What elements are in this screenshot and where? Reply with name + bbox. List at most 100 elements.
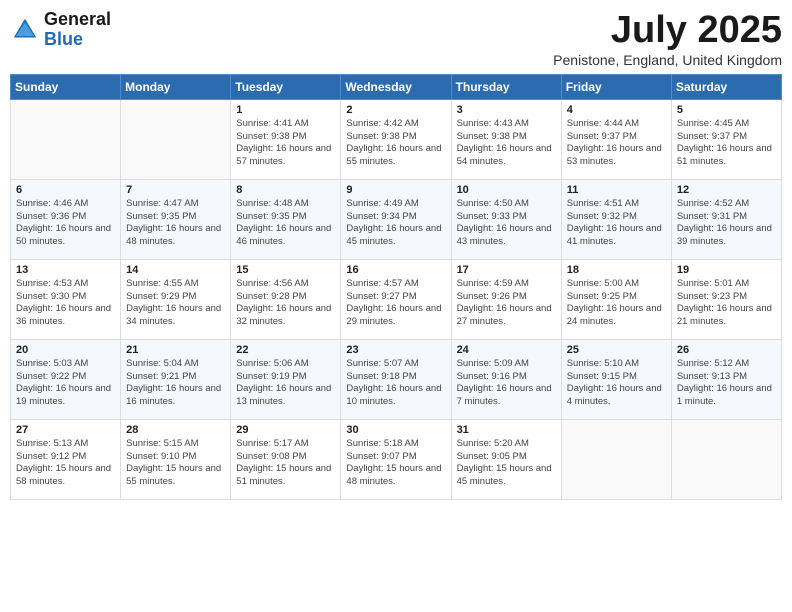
day-info: Sunrise: 4:43 AMSunset: 9:38 PMDaylight:… xyxy=(457,118,556,169)
day-info: Sunrise: 5:03 AMSunset: 9:22 PMDaylight:… xyxy=(16,358,115,409)
weekday-header: Monday xyxy=(121,74,231,99)
calendar-cell xyxy=(121,99,231,179)
day-number: 16 xyxy=(346,264,445,276)
calendar-cell: 28 Sunrise: 5:15 AMSunset: 9:10 PMDaylig… xyxy=(121,419,231,499)
day-info: Sunrise: 4:56 AMSunset: 9:28 PMDaylight:… xyxy=(236,278,335,329)
day-number: 26 xyxy=(677,344,776,356)
day-info: Sunrise: 5:10 AMSunset: 9:15 PMDaylight:… xyxy=(567,358,666,409)
day-number: 15 xyxy=(236,264,335,276)
calendar-cell: 16 Sunrise: 4:57 AMSunset: 9:27 PMDaylig… xyxy=(341,259,451,339)
calendar-cell: 24 Sunrise: 5:09 AMSunset: 9:16 PMDaylig… xyxy=(451,339,561,419)
day-info: Sunrise: 5:12 AMSunset: 9:13 PMDaylight:… xyxy=(677,358,776,409)
location: Penistone, England, United Kingdom xyxy=(553,52,782,68)
day-info: Sunrise: 4:45 AMSunset: 9:37 PMDaylight:… xyxy=(677,118,776,169)
day-info: Sunrise: 4:50 AMSunset: 9:33 PMDaylight:… xyxy=(457,198,556,249)
day-number: 23 xyxy=(346,344,445,356)
day-number: 20 xyxy=(16,344,115,356)
day-number: 7 xyxy=(126,184,225,196)
day-info: Sunrise: 5:13 AMSunset: 9:12 PMDaylight:… xyxy=(16,438,115,489)
calendar-cell: 23 Sunrise: 5:07 AMSunset: 9:18 PMDaylig… xyxy=(341,339,451,419)
calendar-cell: 13 Sunrise: 4:53 AMSunset: 9:30 PMDaylig… xyxy=(11,259,121,339)
day-info: Sunrise: 5:09 AMSunset: 9:16 PMDaylight:… xyxy=(457,358,556,409)
logo-blue: Blue xyxy=(44,30,111,50)
calendar-cell: 2 Sunrise: 4:42 AMSunset: 9:38 PMDayligh… xyxy=(341,99,451,179)
calendar-cell: 14 Sunrise: 4:55 AMSunset: 9:29 PMDaylig… xyxy=(121,259,231,339)
day-info: Sunrise: 4:52 AMSunset: 9:31 PMDaylight:… xyxy=(677,198,776,249)
calendar-cell xyxy=(11,99,121,179)
day-number: 28 xyxy=(126,424,225,436)
calendar-cell: 19 Sunrise: 5:01 AMSunset: 9:23 PMDaylig… xyxy=(671,259,781,339)
day-info: Sunrise: 5:20 AMSunset: 9:05 PMDaylight:… xyxy=(457,438,556,489)
day-info: Sunrise: 4:53 AMSunset: 9:30 PMDaylight:… xyxy=(16,278,115,329)
day-number: 14 xyxy=(126,264,225,276)
day-number: 10 xyxy=(457,184,556,196)
day-info: Sunrise: 5:00 AMSunset: 9:25 PMDaylight:… xyxy=(567,278,666,329)
calendar-cell: 31 Sunrise: 5:20 AMSunset: 9:05 PMDaylig… xyxy=(451,419,561,499)
day-info: Sunrise: 4:51 AMSunset: 9:32 PMDaylight:… xyxy=(567,198,666,249)
day-number: 21 xyxy=(126,344,225,356)
calendar-cell: 27 Sunrise: 5:13 AMSunset: 9:12 PMDaylig… xyxy=(11,419,121,499)
calendar-week-row: 20 Sunrise: 5:03 AMSunset: 9:22 PMDaylig… xyxy=(11,339,782,419)
day-number: 13 xyxy=(16,264,115,276)
day-number: 9 xyxy=(346,184,445,196)
logo-icon xyxy=(10,15,40,45)
calendar-cell: 25 Sunrise: 5:10 AMSunset: 9:15 PMDaylig… xyxy=(561,339,671,419)
calendar-cell: 29 Sunrise: 5:17 AMSunset: 9:08 PMDaylig… xyxy=(231,419,341,499)
day-info: Sunrise: 4:41 AMSunset: 9:38 PMDaylight:… xyxy=(236,118,335,169)
day-number: 25 xyxy=(567,344,666,356)
calendar-cell: 26 Sunrise: 5:12 AMSunset: 9:13 PMDaylig… xyxy=(671,339,781,419)
day-info: Sunrise: 5:01 AMSunset: 9:23 PMDaylight:… xyxy=(677,278,776,329)
calendar-week-row: 1 Sunrise: 4:41 AMSunset: 9:38 PMDayligh… xyxy=(11,99,782,179)
day-info: Sunrise: 5:18 AMSunset: 9:07 PMDaylight:… xyxy=(346,438,445,489)
day-info: Sunrise: 5:15 AMSunset: 9:10 PMDaylight:… xyxy=(126,438,225,489)
day-number: 11 xyxy=(567,184,666,196)
calendar-week-row: 27 Sunrise: 5:13 AMSunset: 9:12 PMDaylig… xyxy=(11,419,782,499)
calendar: SundayMondayTuesdayWednesdayThursdayFrid… xyxy=(10,74,782,500)
calendar-cell: 11 Sunrise: 4:51 AMSunset: 9:32 PMDaylig… xyxy=(561,179,671,259)
month-title: July 2025 xyxy=(553,10,782,52)
day-info: Sunrise: 5:04 AMSunset: 9:21 PMDaylight:… xyxy=(126,358,225,409)
day-number: 29 xyxy=(236,424,335,436)
day-number: 2 xyxy=(346,104,445,116)
weekday-header: Thursday xyxy=(451,74,561,99)
day-info: Sunrise: 5:07 AMSunset: 9:18 PMDaylight:… xyxy=(346,358,445,409)
day-number: 4 xyxy=(567,104,666,116)
calendar-cell: 22 Sunrise: 5:06 AMSunset: 9:19 PMDaylig… xyxy=(231,339,341,419)
calendar-cell: 18 Sunrise: 5:00 AMSunset: 9:25 PMDaylig… xyxy=(561,259,671,339)
day-info: Sunrise: 5:17 AMSunset: 9:08 PMDaylight:… xyxy=(236,438,335,489)
day-info: Sunrise: 4:59 AMSunset: 9:26 PMDaylight:… xyxy=(457,278,556,329)
title-section: July 2025 Penistone, England, United Kin… xyxy=(553,10,782,68)
calendar-cell xyxy=(561,419,671,499)
weekday-header: Wednesday xyxy=(341,74,451,99)
day-number: 12 xyxy=(677,184,776,196)
day-info: Sunrise: 4:55 AMSunset: 9:29 PMDaylight:… xyxy=(126,278,225,329)
calendar-cell: 6 Sunrise: 4:46 AMSunset: 9:36 PMDayligh… xyxy=(11,179,121,259)
calendar-cell: 7 Sunrise: 4:47 AMSunset: 9:35 PMDayligh… xyxy=(121,179,231,259)
calendar-cell: 8 Sunrise: 4:48 AMSunset: 9:35 PMDayligh… xyxy=(231,179,341,259)
day-number: 5 xyxy=(677,104,776,116)
calendar-cell: 10 Sunrise: 4:50 AMSunset: 9:33 PMDaylig… xyxy=(451,179,561,259)
calendar-cell: 12 Sunrise: 4:52 AMSunset: 9:31 PMDaylig… xyxy=(671,179,781,259)
logo-general: General xyxy=(44,10,111,30)
day-number: 18 xyxy=(567,264,666,276)
day-number: 30 xyxy=(346,424,445,436)
day-number: 1 xyxy=(236,104,335,116)
day-info: Sunrise: 4:46 AMSunset: 9:36 PMDaylight:… xyxy=(16,198,115,249)
day-number: 3 xyxy=(457,104,556,116)
calendar-cell: 9 Sunrise: 4:49 AMSunset: 9:34 PMDayligh… xyxy=(341,179,451,259)
logo: General Blue xyxy=(10,10,111,50)
calendar-week-row: 6 Sunrise: 4:46 AMSunset: 9:36 PMDayligh… xyxy=(11,179,782,259)
calendar-cell: 5 Sunrise: 4:45 AMSunset: 9:37 PMDayligh… xyxy=(671,99,781,179)
logo-text: General Blue xyxy=(44,10,111,50)
weekday-header: Sunday xyxy=(11,74,121,99)
weekday-header: Friday xyxy=(561,74,671,99)
day-number: 17 xyxy=(457,264,556,276)
day-number: 6 xyxy=(16,184,115,196)
calendar-cell: 1 Sunrise: 4:41 AMSunset: 9:38 PMDayligh… xyxy=(231,99,341,179)
calendar-cell: 21 Sunrise: 5:04 AMSunset: 9:21 PMDaylig… xyxy=(121,339,231,419)
weekday-header: Tuesday xyxy=(231,74,341,99)
day-info: Sunrise: 4:49 AMSunset: 9:34 PMDaylight:… xyxy=(346,198,445,249)
day-number: 31 xyxy=(457,424,556,436)
day-number: 22 xyxy=(236,344,335,356)
weekday-header: Saturday xyxy=(671,74,781,99)
